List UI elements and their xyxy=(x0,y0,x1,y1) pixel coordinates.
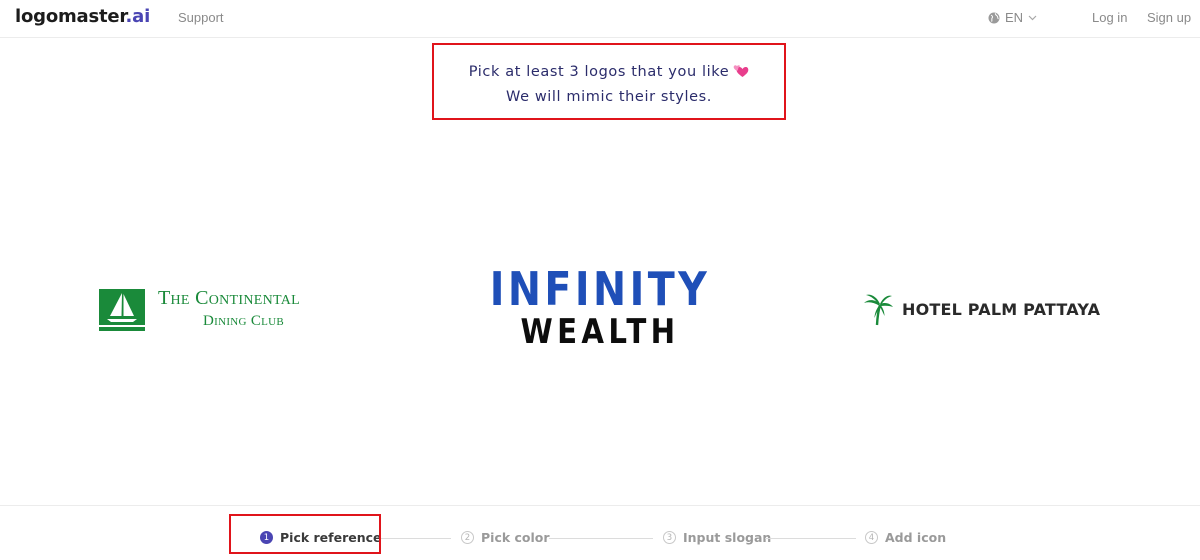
progress-stepper: 1 Pick reference 2 Pick color 3 Input sl… xyxy=(0,505,1200,560)
step-label-1: Pick reference xyxy=(280,530,382,545)
language-label: EN xyxy=(1005,10,1024,25)
continental-name: The Continental xyxy=(158,287,301,309)
signup-link[interactable]: Sign up xyxy=(1147,10,1191,25)
step-label-3: Input slogan xyxy=(683,530,772,545)
infinity-wordmark: INFINITY xyxy=(489,262,711,316)
step-add-icon[interactable]: 4 Add icon xyxy=(865,530,946,545)
instruction-line-1: Pick at least 3 logos that you like xyxy=(434,61,784,86)
language-selector[interactable]: EN xyxy=(988,10,1037,25)
brand-logo[interactable]: logomaster.ai xyxy=(15,6,150,27)
chevron-down-icon xyxy=(1028,15,1037,21)
step-number-1: 1 xyxy=(260,531,273,544)
brand-name: logomaster xyxy=(15,6,126,27)
palm-tree-icon xyxy=(862,292,894,331)
support-link[interactable]: Support xyxy=(178,10,224,25)
step-connector xyxy=(549,538,653,539)
two-hearts-icon xyxy=(733,63,749,86)
step-label-2: Pick color xyxy=(481,530,550,545)
step-number-4: 4 xyxy=(865,531,878,544)
top-nav: logomaster.ai Support EN Log in Sign up xyxy=(0,0,1200,38)
sailboat-icon xyxy=(99,289,145,336)
continental-subtitle: Dining Club xyxy=(203,313,285,329)
hotel-palm-pattaya-wordmark: HOTEL PALM PATTAYA xyxy=(902,300,1101,319)
logo-option-hotel-palm-pattaya[interactable]: HOTEL PALM PATTAYA xyxy=(862,292,1112,328)
step-pick-color[interactable]: 2 Pick color xyxy=(461,530,550,545)
brand-tld: .ai xyxy=(125,6,151,27)
step-number-2: 2 xyxy=(461,531,474,544)
step-connector xyxy=(381,538,451,539)
instruction-line-2: We will mimic their styles. xyxy=(506,89,712,105)
instruction-box: Pick at least 3 logos that you like We w… xyxy=(432,43,786,120)
step-pick-reference[interactable]: 1 Pick reference xyxy=(260,530,382,545)
wealth-wordmark: WEALTH xyxy=(520,312,680,352)
logo-option-continental[interactable]: The Continental Dining Club xyxy=(99,287,349,335)
instruction-text-1: Pick at least 3 logos that you like xyxy=(468,64,730,80)
step-input-slogan[interactable]: 3 Input slogan xyxy=(663,530,771,545)
step-label-4: Add icon xyxy=(885,530,947,545)
logo-option-infinity-wealth[interactable]: INFINITY WEALTH xyxy=(470,262,730,354)
step-connector xyxy=(765,538,856,539)
step-number-3: 3 xyxy=(663,531,676,544)
globe-icon xyxy=(988,12,1000,24)
login-link[interactable]: Log in xyxy=(1092,10,1127,25)
